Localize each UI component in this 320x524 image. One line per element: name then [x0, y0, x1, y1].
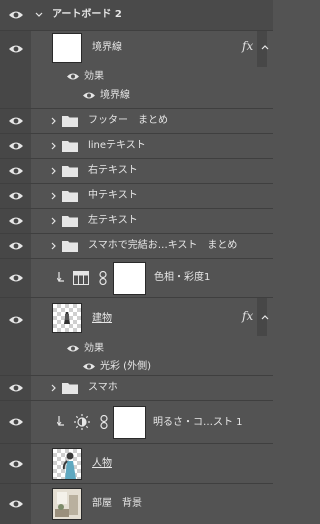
layer-thumbnail[interactable] — [52, 303, 82, 333]
effects-label: 効果 — [84, 343, 104, 354]
effects-label: 効果 — [84, 71, 104, 82]
eye-icon[interactable] — [8, 116, 24, 126]
folder-icon — [62, 115, 78, 127]
chain-link-icon[interactable] — [99, 270, 107, 288]
chevron-up-icon[interactable] — [261, 43, 269, 51]
eye-icon[interactable] — [8, 166, 24, 176]
clipping-arrow-icon — [56, 272, 65, 287]
eye-icon[interactable] — [8, 417, 24, 427]
eye-icon[interactable] — [8, 315, 24, 325]
folder-icon — [62, 190, 78, 202]
layer-label: 建物 — [92, 313, 112, 324]
chevron-right-icon[interactable] — [50, 142, 58, 150]
layer-label: 明るさ・コ…スト 1 — [153, 417, 243, 428]
eye-icon[interactable] — [8, 44, 24, 54]
chevron-right-icon[interactable] — [50, 167, 58, 175]
layer-thumbnail[interactable] — [52, 448, 82, 480]
layer-row-phone[interactable]: スマホ — [0, 376, 273, 401]
eye-icon[interactable] — [8, 459, 24, 469]
layer-thumbnail[interactable] — [52, 488, 82, 520]
layer-row-hue-saturation[interactable]: 色相・彩度1 — [0, 259, 273, 298]
chevron-right-icon[interactable] — [50, 117, 58, 125]
layer-thumbnail[interactable] — [52, 33, 82, 63]
eye-icon[interactable] — [8, 499, 24, 509]
layer-row-left-text[interactable]: 左テキスト — [0, 209, 273, 234]
layer-row-middle-text[interactable]: 中テキスト — [0, 184, 273, 209]
layer-label: スマホ — [88, 382, 118, 393]
artboard-row[interactable]: アートボード 2 — [0, 0, 273, 31]
eye-icon[interactable] — [8, 383, 24, 393]
layer-row-person[interactable]: 人物 — [0, 444, 273, 484]
hue-saturation-adjustment-icon — [73, 271, 89, 288]
eye-icon[interactable] — [82, 362, 96, 371]
layer-row-border[interactable]: 境界線 fx 効果 境界線 — [0, 31, 273, 108]
chevron-down-icon[interactable] — [35, 11, 43, 19]
eye-icon[interactable] — [66, 344, 80, 353]
eye-icon[interactable] — [66, 72, 80, 81]
effect-item-label: 境界線 — [100, 90, 130, 101]
fx-icon[interactable]: fx — [242, 39, 253, 53]
layer-label: 人物 — [92, 458, 112, 469]
layer-label: 右テキスト — [88, 165, 138, 176]
layer-row-brightness-contrast[interactable]: 明るさ・コ…スト 1 — [0, 401, 273, 444]
effect-item-label: 光彩 (外側) — [100, 361, 151, 372]
layer-mask-thumbnail[interactable] — [113, 262, 146, 295]
layer-row-footer-group[interactable]: フッター まとめ — [0, 109, 273, 134]
chevron-right-icon[interactable] — [50, 192, 58, 200]
layer-label: 左テキスト — [88, 215, 138, 226]
layer-row-line-text[interactable]: lineテキスト — [0, 134, 273, 159]
eye-icon[interactable] — [8, 141, 24, 151]
layers-panel: アートボード 2 境界線 fx 効果 境界線 フッター まとめ lineテキスト… — [0, 0, 273, 524]
eye-icon[interactable] — [8, 216, 24, 226]
layer-row-phone-group[interactable]: スマホで完結お…キスト まとめ — [0, 234, 273, 259]
layer-row-room-background[interactable]: 部屋 背景 — [0, 484, 273, 524]
chevron-right-icon[interactable] — [50, 242, 58, 250]
eye-icon[interactable] — [8, 10, 24, 20]
chevron-right-icon[interactable] — [50, 384, 58, 392]
layer-label: lineテキスト — [88, 140, 146, 151]
layer-label: 境界線 — [92, 42, 122, 53]
fx-icon[interactable]: fx — [242, 309, 253, 323]
layer-label: 色相・彩度1 — [154, 272, 211, 283]
chevron-up-icon[interactable] — [261, 313, 269, 321]
folder-icon — [62, 240, 78, 252]
chain-link-icon[interactable] — [100, 414, 108, 432]
layer-row-building[interactable]: 建物 fx 効果 光彩 (外側) — [0, 298, 273, 376]
eye-icon[interactable] — [8, 191, 24, 201]
eye-icon[interactable] — [8, 273, 24, 283]
layer-label: 中テキスト — [88, 190, 138, 201]
brightness-contrast-adjustment-icon — [74, 414, 90, 433]
artboard-label: アートボード 2 — [52, 9, 122, 20]
eye-icon[interactable] — [82, 91, 96, 100]
layer-label: フッター まとめ — [88, 115, 168, 126]
folder-icon — [62, 140, 78, 152]
folder-icon — [62, 382, 78, 394]
folder-icon — [62, 215, 78, 227]
layer-label: スマホで完結お…キスト まとめ — [88, 240, 238, 251]
folder-icon — [62, 165, 78, 177]
layer-row-right-text[interactable]: 右テキスト — [0, 159, 273, 184]
layer-mask-thumbnail[interactable] — [113, 406, 146, 439]
clipping-arrow-icon — [56, 416, 65, 431]
eye-icon[interactable] — [8, 241, 24, 251]
chevron-right-icon[interactable] — [50, 217, 58, 225]
layer-label: 部屋 背景 — [92, 498, 142, 509]
